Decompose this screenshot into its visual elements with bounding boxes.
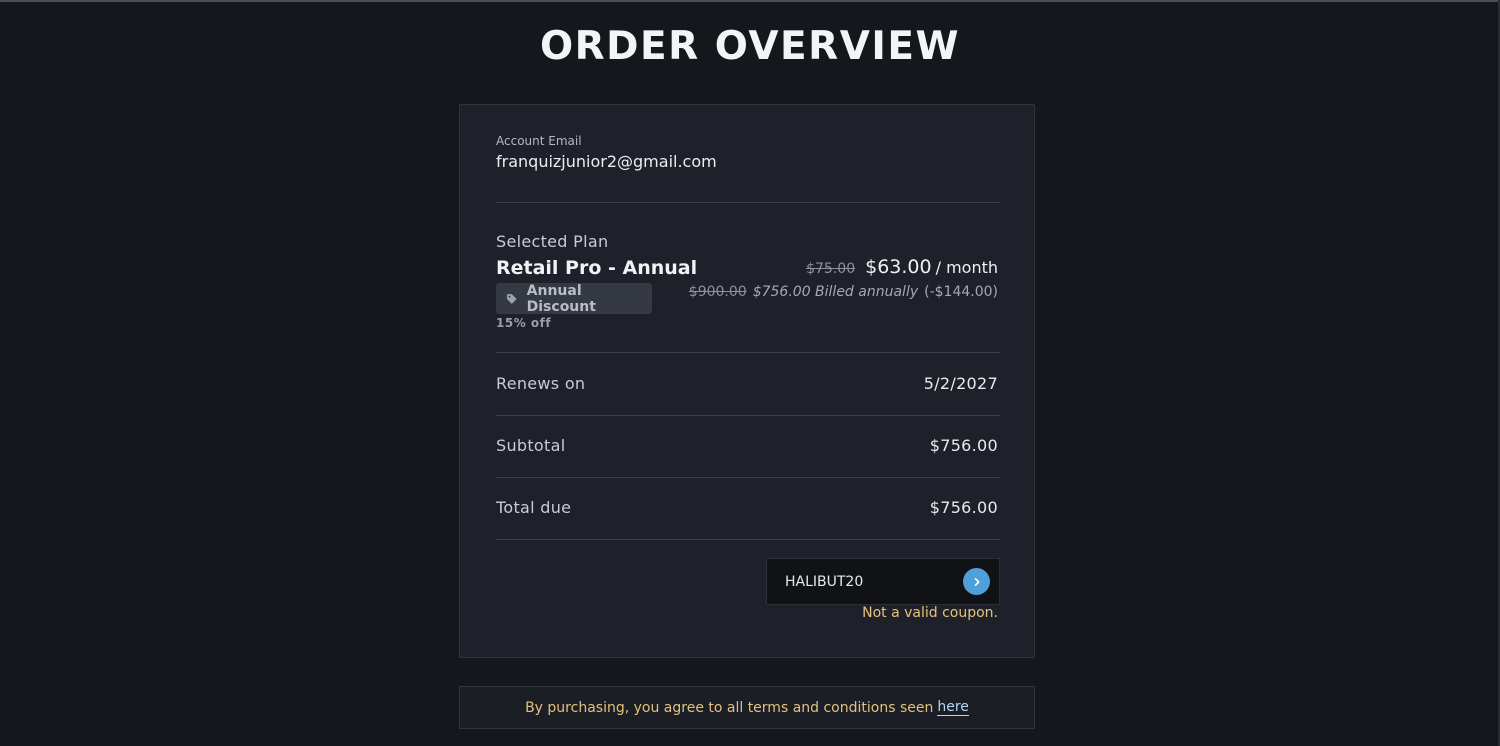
- total-due-value: $756.00: [929, 498, 998, 517]
- divider: [496, 539, 1000, 540]
- renews-on-label: Renews on: [496, 374, 586, 393]
- divider: [496, 415, 1000, 416]
- top-border: [0, 0, 1500, 2]
- monthly-price: $75.00 $63.00 / month: [806, 256, 998, 278]
- terms-link[interactable]: here: [937, 699, 969, 716]
- tag-icon: [506, 293, 517, 304]
- billed-annually-text: $756.00 Billed annually: [752, 284, 919, 300]
- renews-on-value: 5/2/2027: [923, 374, 998, 393]
- divider: [496, 202, 1000, 203]
- divider: [496, 352, 1000, 353]
- old-annual-price: $900.00: [688, 284, 747, 300]
- chevron-right-icon: [974, 577, 979, 586]
- divider: [496, 477, 1000, 478]
- order-summary-card: Account Email franquizjunior2@gmail.com …: [459, 104, 1035, 658]
- terms-text: By purchasing, you agree to all terms an…: [525, 699, 934, 716]
- apply-coupon-button[interactable]: [963, 568, 990, 595]
- per-month-label: / month: [935, 258, 998, 277]
- old-monthly-price: $75.00: [806, 261, 856, 277]
- annual-discount-badge: Annual Discount: [496, 282, 652, 315]
- new-monthly-price: $63.00: [865, 256, 932, 278]
- subtotal-value: $756.00: [929, 436, 998, 455]
- coupon-error-message: Not a valid coupon.: [862, 605, 998, 621]
- annual-billing: $900.00 $756.00 Billed annually (-$144.0…: [689, 284, 998, 300]
- terms-notice: By purchasing, you agree to all terms an…: [459, 686, 1035, 729]
- account-email-value: franquizjunior2@gmail.com: [496, 152, 717, 171]
- discount-percent: 15% off: [496, 316, 552, 330]
- total-due-label: Total due: [496, 498, 572, 517]
- coupon-field: [766, 558, 1000, 605]
- subtotal-label: Subtotal: [496, 436, 566, 455]
- discount-badge-label: Annual Discount: [526, 282, 596, 315]
- page-title: ORDER OVERVIEW: [539, 24, 961, 69]
- coupon-input[interactable]: [767, 559, 957, 604]
- savings-amount: (-$144.00): [924, 284, 998, 300]
- selected-plan-label: Selected Plan: [496, 232, 609, 251]
- account-email-label: Account Email: [496, 134, 582, 148]
